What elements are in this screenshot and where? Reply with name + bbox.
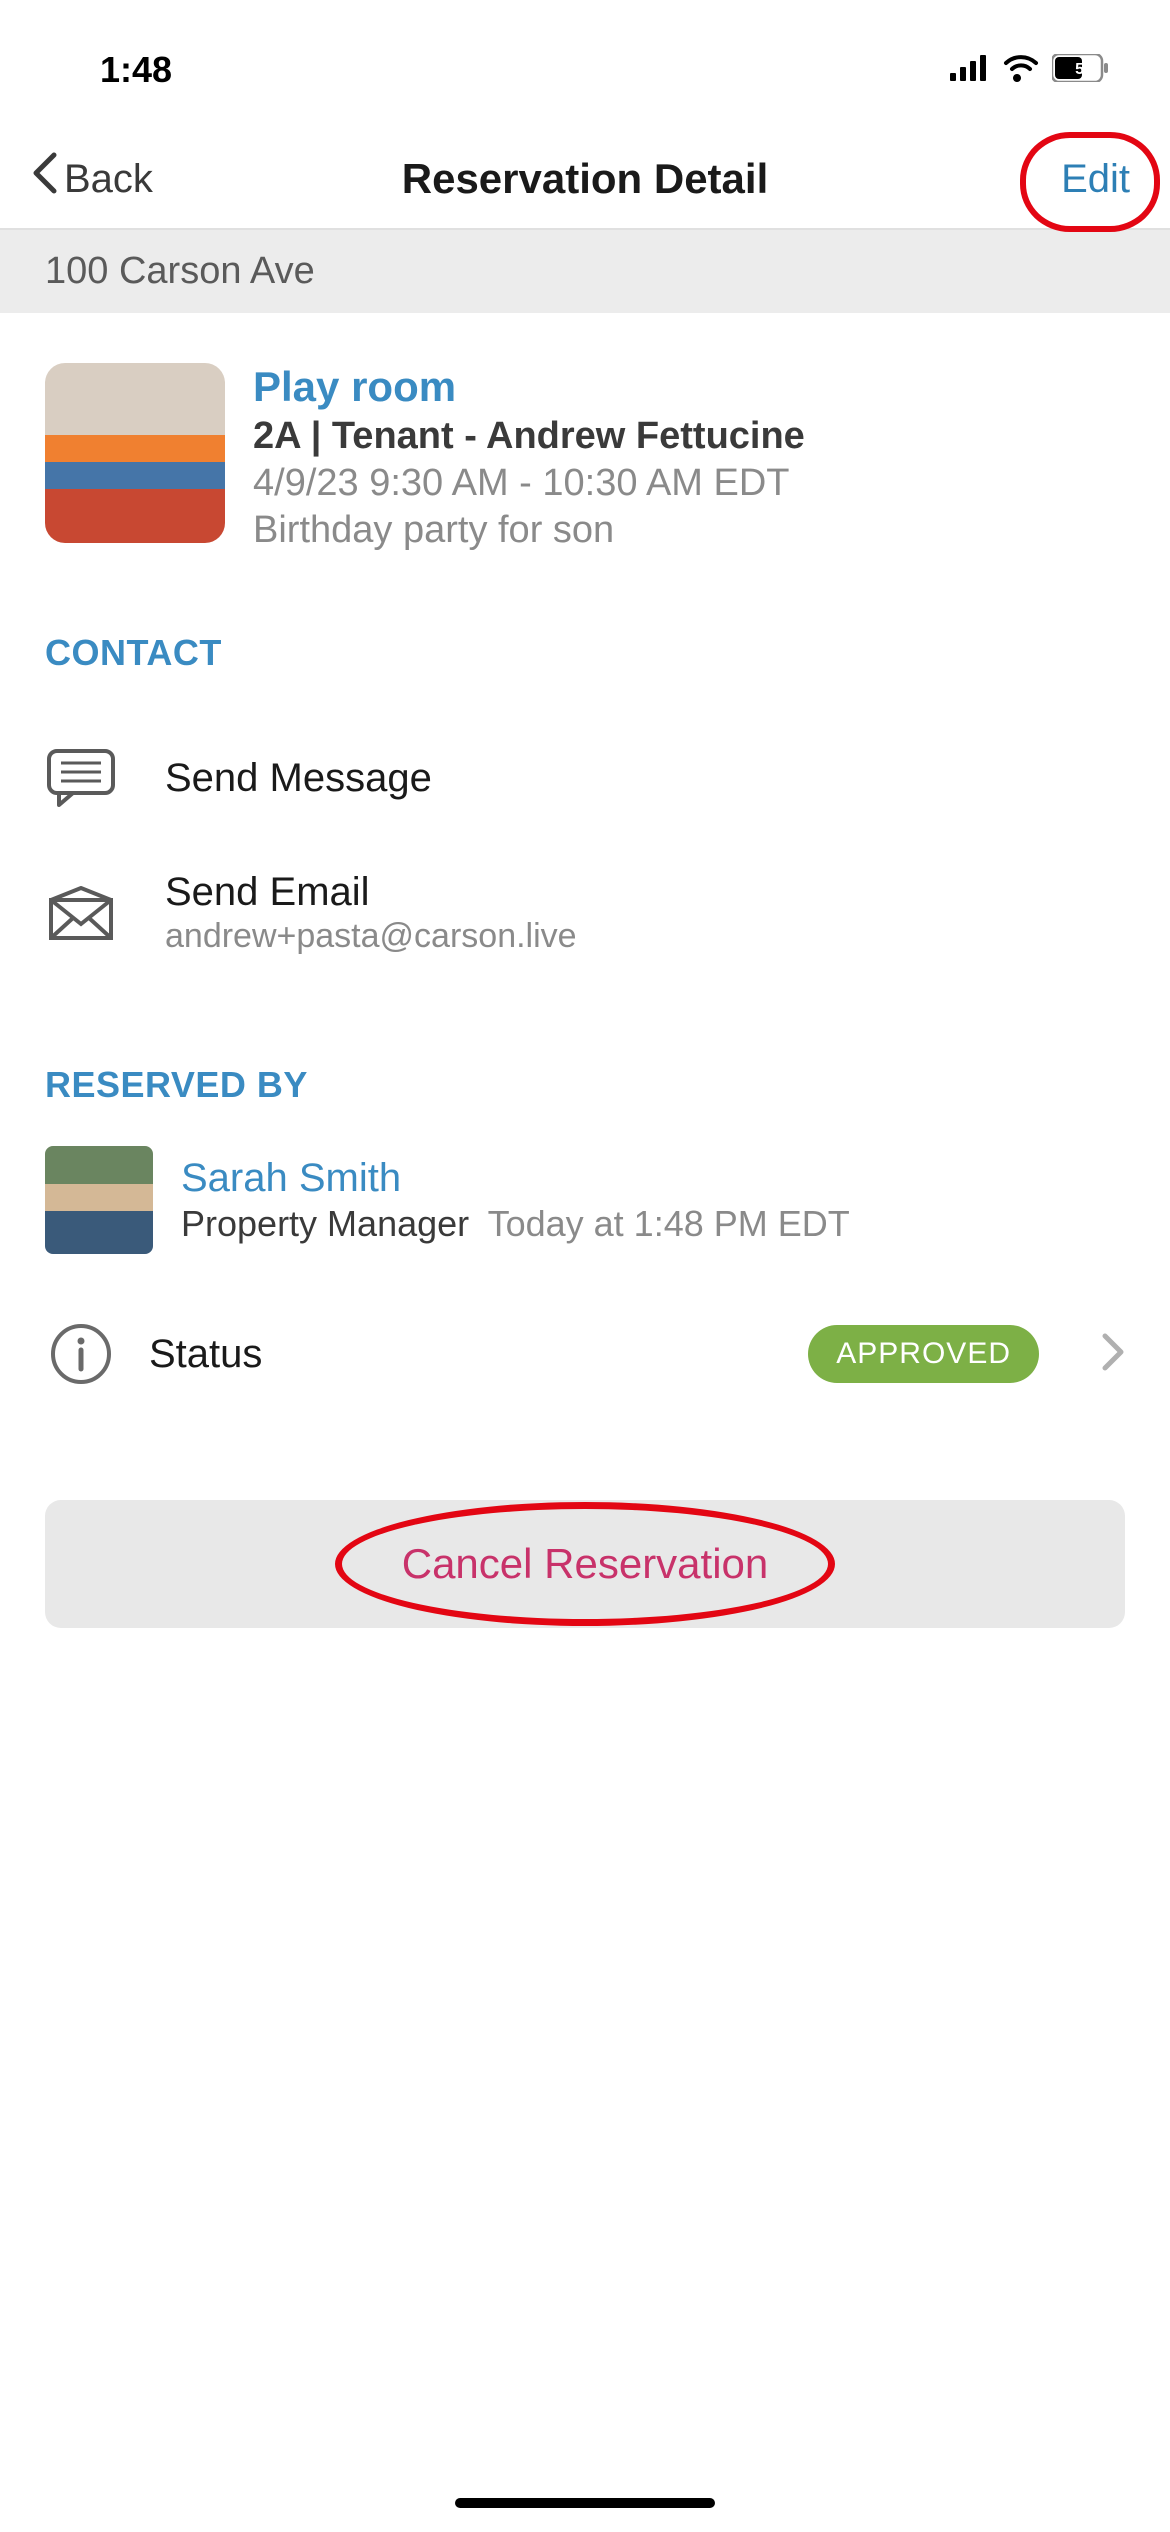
- main-content: Play room 2A | Tenant - Andrew Fettucine…: [0, 313, 1170, 1628]
- tenant-line: 2A | Tenant - Andrew Fettucine: [253, 415, 805, 458]
- wifi-icon: [1002, 54, 1040, 87]
- nav-bar: Back Reservation Detail Edit: [0, 130, 1170, 230]
- message-icon: [45, 742, 117, 814]
- back-button[interactable]: Back: [30, 151, 153, 207]
- reserver-name: Sarah Smith: [181, 1156, 850, 1201]
- send-email-text: Send Email andrew+pasta@carson.live: [165, 870, 577, 956]
- email-address: andrew+pasta@carson.live: [165, 917, 577, 956]
- chevron-left-icon: [30, 151, 58, 207]
- reserved-by-row[interactable]: Sarah Smith Property Manager Today at 1:…: [45, 1146, 1125, 1254]
- page-title: Reservation Detail: [402, 155, 768, 203]
- room-thumbnail: [45, 363, 225, 543]
- email-icon: [45, 877, 117, 949]
- address-bar: 100 Carson Ave: [0, 230, 1170, 313]
- cancel-section: Cancel Reservation: [45, 1500, 1125, 1628]
- reserver-timestamp: Today at 1:48 PM EDT: [488, 1203, 850, 1244]
- reserver-role: Property Manager: [181, 1203, 469, 1244]
- home-indicator[interactable]: [455, 2498, 715, 2508]
- datetime-line: 4/9/23 9:30 AM - 10:30 AM EDT: [253, 462, 805, 505]
- send-email-row[interactable]: Send Email andrew+pasta@carson.live: [45, 842, 1125, 984]
- reserver-details: Sarah Smith Property Manager Today at 1:…: [181, 1156, 850, 1245]
- chevron-right-icon: [1101, 1332, 1125, 1377]
- status-badge: APPROVED: [808, 1325, 1039, 1383]
- send-message-label: Send Message: [165, 756, 432, 801]
- send-email-label: Send Email: [165, 870, 577, 915]
- cancel-label: Cancel Reservation: [402, 1540, 769, 1587]
- contact-section-header: CONTACT: [45, 632, 1125, 674]
- status-bar: 1:48 57: [0, 0, 1170, 130]
- avatar: [45, 1146, 153, 1254]
- status-label: Status: [149, 1332, 776, 1377]
- cellular-signal-icon: [950, 55, 990, 86]
- status-icons: 57: [950, 54, 1110, 87]
- info-icon: [45, 1318, 117, 1390]
- room-name[interactable]: Play room: [253, 363, 805, 411]
- reserved-by-header: RESERVED BY: [45, 1064, 1125, 1106]
- reservation-details: Play room 2A | Tenant - Andrew Fettucine…: [253, 363, 805, 552]
- cancel-reservation-button[interactable]: Cancel Reservation: [45, 1500, 1125, 1628]
- status-time: 1:48: [100, 49, 172, 91]
- note-line: Birthday party for son: [253, 509, 805, 552]
- send-message-row[interactable]: Send Message: [45, 714, 1125, 842]
- edit-button[interactable]: Edit: [1051, 151, 1140, 208]
- status-row[interactable]: Status APPROVED: [45, 1308, 1125, 1400]
- battery-icon: 57: [1052, 54, 1110, 87]
- reservation-summary: Play room 2A | Tenant - Andrew Fettucine…: [45, 363, 1125, 552]
- back-label: Back: [64, 157, 153, 202]
- svg-text:57: 57: [1075, 61, 1093, 78]
